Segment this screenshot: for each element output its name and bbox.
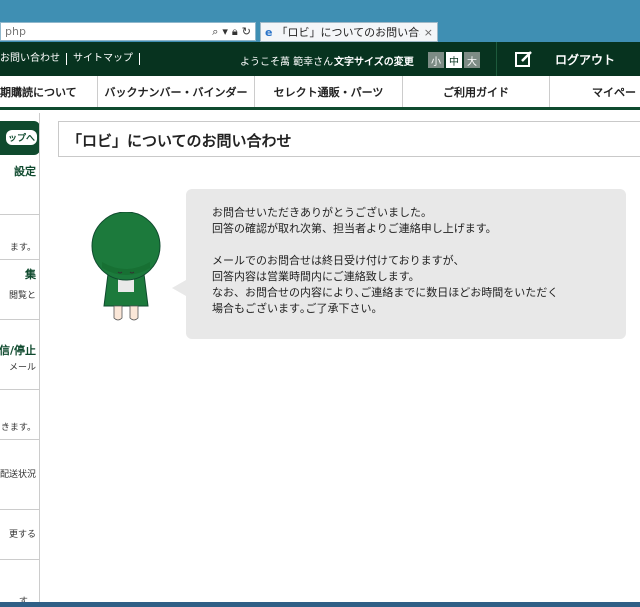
lock-icon[interactable]: 🔒︎: [232, 25, 238, 39]
sidebar-top-button[interactable]: ップへ: [0, 121, 39, 155]
tab-close-icon[interactable]: ×: [424, 26, 433, 39]
thank-you-message-bubble: お問合せいただきありがとうございました。 回答の確認が取れ次第、担当者よりご連絡…: [186, 189, 626, 339]
ie-icon: e: [265, 25, 273, 39]
logout-label: ログアウト: [555, 52, 616, 67]
main-nav: 期購読について バックナンバー・バインダー セレクト通販・パーツ ご利用ガイド …: [0, 76, 640, 110]
tab-title: 「ロビ」についてのお問い合わせ ...: [276, 26, 420, 39]
edit-icon: [515, 51, 532, 67]
robi-mascot-icon: [91, 212, 161, 321]
message-line: 回答内容は営業時間内にご連絡致します。: [212, 270, 420, 283]
page-title: 「ロビ」についてのお問い合わせ: [67, 132, 292, 150]
fontsize-medium-button[interactable]: 中: [446, 52, 462, 68]
nav-subscription[interactable]: 期購読について: [0, 76, 98, 107]
sidebar-item-delivery[interactable]: 配送状況: [0, 440, 39, 510]
message-line: 回答の確認が取れ次第、担当者よりご連絡申し上げます。: [212, 222, 497, 235]
nav-guide[interactable]: ご利用ガイド: [403, 76, 550, 107]
refresh-icon[interactable]: ↻: [242, 25, 251, 39]
browser-tab[interactable]: e 「ロビ」についてのお問い合わせ ... ×: [260, 22, 438, 42]
logout-button[interactable]: ログアウト: [496, 42, 640, 76]
nav-mypage[interactable]: マイペー: [550, 76, 640, 107]
site-topbar: お問い合わせ サイトマップ ようこそ萬 範幸さん 文字サイズの変更 小 中 大 …: [0, 42, 640, 76]
fontsize-buttons: 小 中 大: [428, 52, 480, 68]
address-bar[interactable]: php ⌕ ▾ 🔒︎ ↻: [0, 22, 256, 41]
message-line: なお、お問合せの内容により､ご連絡までに数日ほどお時間をいただく: [212, 286, 559, 299]
sidebar: ップへ 設定 ます。 集 閲覧と 信/停止 メール きます。 配送状況 更する …: [0, 113, 40, 607]
message-line: お問合せいただきありがとうございました。: [212, 206, 432, 219]
dropdown-arrow-icon[interactable]: ▾: [222, 25, 228, 39]
sidebar-item-mail[interactable]: 信/停止 メール: [0, 320, 39, 390]
sidebar-item-7[interactable]: す。: [0, 560, 39, 607]
fontsize-label: 文字サイズの変更: [334, 57, 414, 68]
search-icon[interactable]: ⌕: [212, 25, 218, 39]
welcome-text: ようこそ萬 範幸さん: [240, 57, 334, 68]
message-line: メールでのお問合せは終日受け付けておりますが、: [212, 254, 465, 267]
os-taskbar: [0, 602, 640, 607]
link-contact[interactable]: お問い合わせ: [0, 53, 67, 65]
thank-you-message: お問合せいただきありがとうございました。 回答の確認が取れ次第、担当者よりご連絡…: [212, 205, 558, 317]
sidebar-item-1[interactable]: ます。: [0, 215, 39, 260]
speech-bubble-tail: [172, 280, 186, 296]
sidebar-item-change[interactable]: 更する: [0, 510, 39, 560]
nav-select-shop[interactable]: セレクト通販・パーツ: [255, 76, 403, 107]
address-url[interactable]: php: [5, 25, 212, 38]
fontsize-small-button[interactable]: 小: [428, 52, 444, 68]
nav-backnumber[interactable]: バックナンバー・バインダー: [98, 76, 255, 107]
message-line: 場合もございます｡ご了承下さい。: [212, 302, 383, 315]
browser-toolbar: php ⌕ ▾ 🔒︎ ↻ e 「ロビ」についてのお問い合わせ ... ×: [0, 0, 640, 42]
fontsize-large-button[interactable]: 大: [464, 52, 480, 68]
sidebar-item-settings[interactable]: 設定: [0, 155, 39, 215]
sidebar-item-edit[interactable]: 集 閲覧と: [0, 260, 39, 320]
link-sitemap[interactable]: サイトマップ: [67, 53, 140, 65]
page-title-box: 「ロビ」についてのお問い合わせ: [58, 121, 640, 157]
sidebar-item-4[interactable]: きます。: [0, 390, 39, 440]
utility-links: お問い合わせ サイトマップ: [0, 53, 140, 65]
